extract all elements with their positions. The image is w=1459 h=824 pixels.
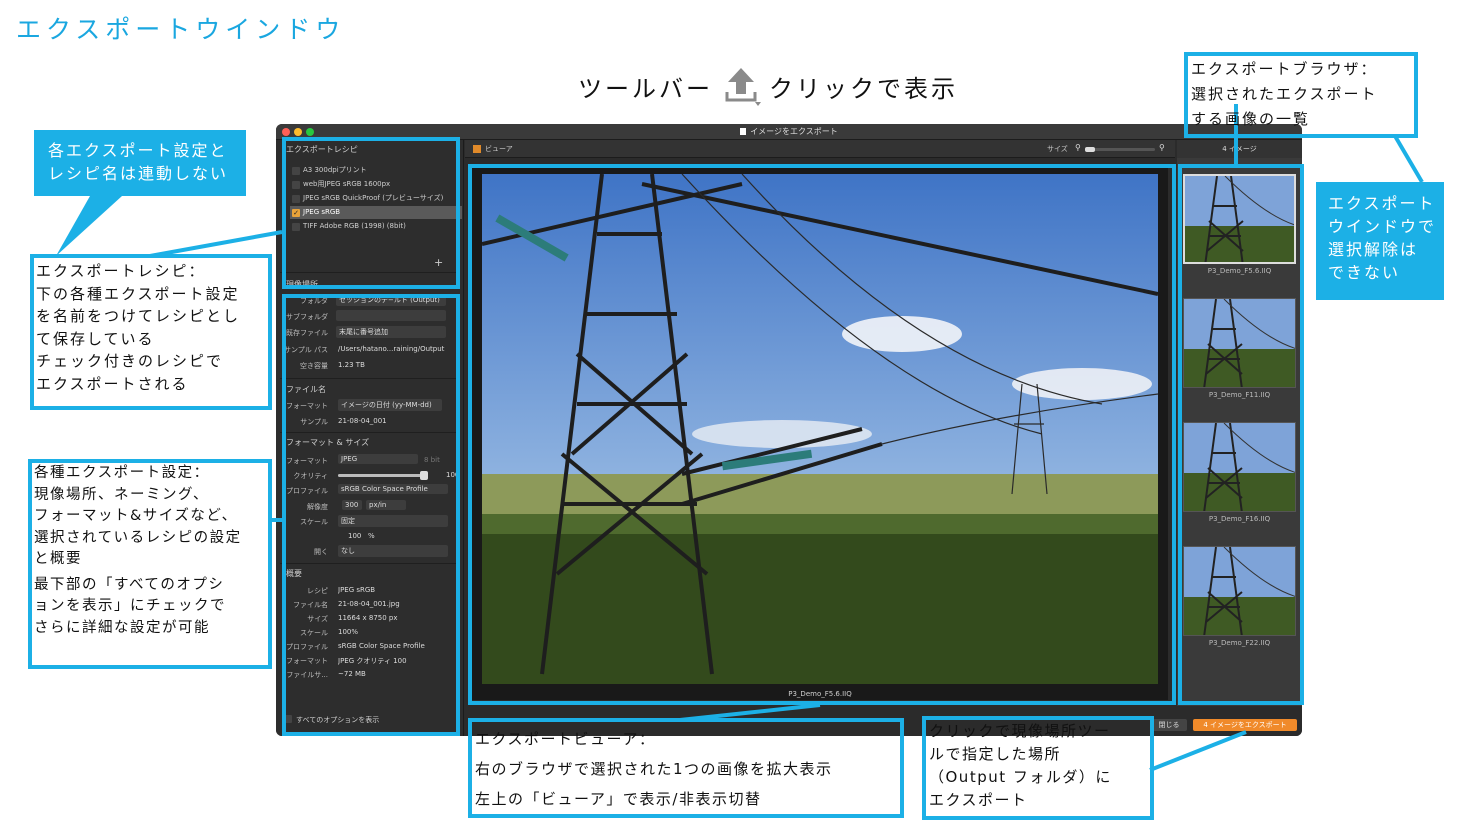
note-line: 各種エクスポート設定： — [34, 465, 210, 481]
callout-line: エクスポート — [1328, 194, 1436, 213]
note-line: エクスポートビューア： — [475, 730, 656, 748]
callout-line: ウインドウで — [1328, 217, 1437, 236]
note-line: 最下部の「すべてのオプシ — [34, 576, 225, 593]
note-line: クリックで現像場所ツー — [929, 722, 1111, 740]
note-line: て保存している — [36, 329, 155, 348]
callout-line: できない — [1328, 263, 1401, 282]
note-line: を名前をつけてレシピとし — [36, 307, 241, 325]
note-line: さらに詳細な設定が可能 — [34, 619, 210, 636]
note-line: エクスポートレシピ： — [36, 262, 206, 280]
export-note: クリックで現像場所ツー ルで指定した場所 （Output フォルダ）に エクスポ… — [929, 720, 1112, 812]
browser-note: エクスポートブラウザ： 選択されたエクスポート する画像の一覧 — [1191, 57, 1378, 132]
deselect-callout: エクスポート ウインドウで 選択解除は できない — [1316, 182, 1444, 300]
note-line: 選択されているレシピの設定 — [34, 529, 242, 546]
note-line: 現像場所、ネーミング、 — [34, 486, 209, 503]
note-line: 下の各種エクスポート設定 — [36, 284, 240, 303]
note-line: ョンを表示」にチェックで — [34, 598, 226, 614]
note-line: と概要 — [34, 551, 82, 567]
callout-line: レシピ名は連動しない — [48, 164, 229, 183]
note-line: フォーマット&サイズなど、 — [34, 508, 238, 524]
note-line: 右のブラウザで選択された1つの画像を拡大表示 — [475, 760, 833, 778]
note-line: エクスポートブラウザ： — [1191, 60, 1378, 78]
note-line: エクスポートされる — [36, 374, 189, 393]
note-line: する画像の一覧 — [1191, 110, 1311, 128]
callout-line: 選択解除は — [1328, 240, 1419, 259]
note-line: チェック付きのレシピで — [36, 352, 224, 370]
note-line: 選択されたエクスポート — [1191, 85, 1378, 103]
settings-note: 各種エクスポート設定： 現像場所、ネーミング、 フォーマット&サイズなど、 選択… — [34, 463, 242, 639]
callout-line: 各エクスポート設定と — [48, 141, 228, 160]
note-line: 左上の「ビューア」で表示/非表示切替 — [475, 790, 762, 808]
note-line: （Output フォルダ）に — [929, 768, 1112, 786]
note-line: ルで指定した場所 — [929, 745, 1062, 763]
viewer-note: エクスポートビューア： 右のブラウザで選択された1つの画像を拡大表示 左上の「ビ… — [475, 724, 833, 814]
recipe-link-callout: 各エクスポート設定と レシピ名は連動しない — [34, 130, 246, 196]
note-line: エクスポート — [929, 791, 1028, 809]
recipe-note: エクスポートレシピ： 下の各種エクスポート設定 を名前をつけてレシピとし て保存… — [36, 260, 240, 395]
